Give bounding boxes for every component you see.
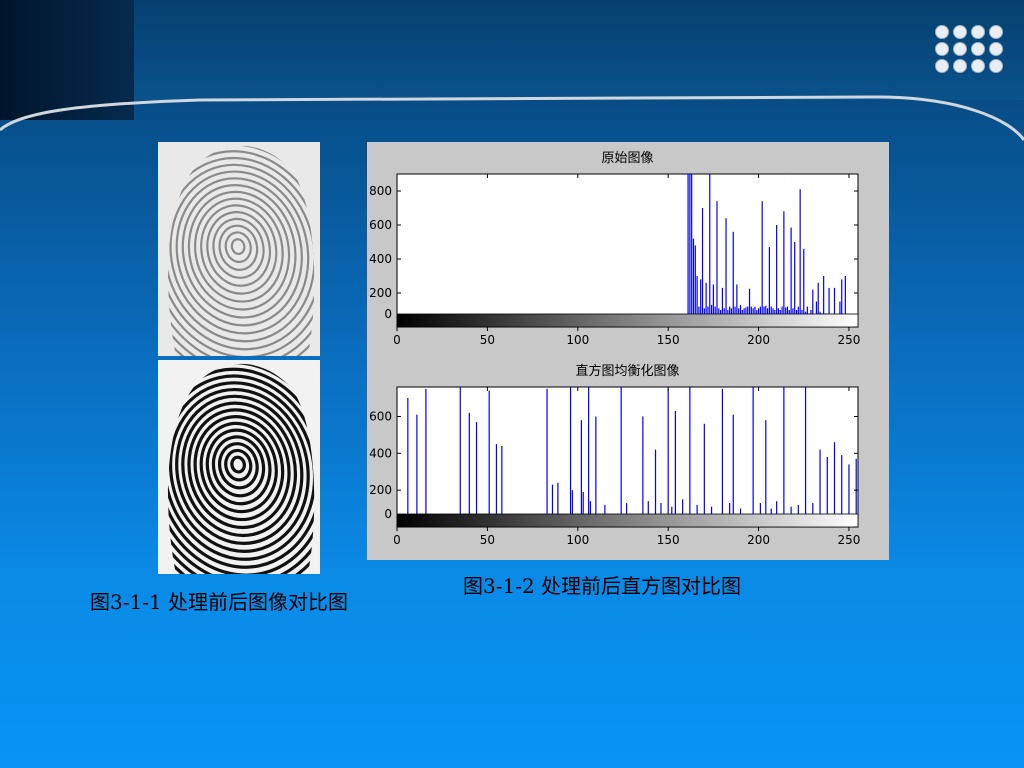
grayscale-colorbar (396, 513, 859, 528)
logo-dot (971, 59, 985, 73)
y-tick-label: 600 (369, 409, 392, 423)
x-tick-label: 200 (747, 533, 770, 547)
figure-caption-histograms: 图3-1-2 处理前后直方图对比图 (463, 574, 742, 598)
logo-dot (953, 25, 967, 39)
x-tick-label: 0 (393, 333, 401, 347)
y-tick-label: 0 (384, 307, 392, 321)
logo-dot (935, 25, 949, 39)
logo-dot (989, 59, 1003, 73)
y-tick-label: 200 (369, 483, 392, 497)
logo-dot (989, 25, 1003, 39)
figure-caption-images: 图3-1-1 处理前后图像对比图 (90, 590, 349, 614)
histogram-figure: 原始图像 0 200 400 600 800 0 50 100 150 200 250 直方图均衡化图像… (367, 142, 889, 560)
x-tick-label: 250 (838, 533, 861, 547)
logo-dot (953, 59, 967, 73)
y-tick-label: 800 (369, 184, 392, 198)
y-tick-label: 200 (369, 286, 392, 300)
y-tick-label: 600 (369, 218, 392, 232)
y-tick-label: 0 (384, 507, 392, 521)
x-tick-label: 0 (393, 533, 401, 547)
grayscale-colorbar (396, 313, 859, 328)
x-tick-label: 50 (480, 533, 495, 547)
logo-dot (989, 42, 1003, 56)
logo-dot (935, 59, 949, 73)
y-tick-label: 400 (369, 252, 392, 266)
x-tick-label: 150 (657, 533, 680, 547)
x-tick-label: 50 (480, 333, 495, 347)
x-tick-label: 250 (838, 333, 861, 347)
histogram-axes: 原始图像 0 200 400 600 800 0 50 100 150 200 250 (369, 151, 860, 347)
x-tick-label: 150 (657, 333, 680, 347)
dots-logo-icon (935, 25, 1003, 73)
logo-dot (971, 25, 985, 39)
chart-title: 原始图像 (601, 151, 653, 166)
x-tick-label: 200 (747, 333, 770, 347)
fingerprint-equalized-image (158, 360, 320, 574)
axes-area (396, 173, 859, 328)
header-swoosh-line (0, 95, 1024, 141)
x-tick-label: 100 (566, 533, 589, 547)
axes-area (396, 386, 859, 528)
chart-title: 直方图均衡化图像 (575, 363, 679, 379)
fingerprint-original-image (158, 142, 320, 356)
logo-dot (971, 42, 985, 56)
y-tick-label: 400 (369, 446, 392, 460)
logo-dot (953, 42, 967, 56)
histogram-axes: 直方图均衡化图像 0 200 400 600 0 50 100 150 200 250 (369, 363, 860, 547)
x-tick-label: 100 (566, 333, 589, 347)
logo-dot (935, 42, 949, 56)
